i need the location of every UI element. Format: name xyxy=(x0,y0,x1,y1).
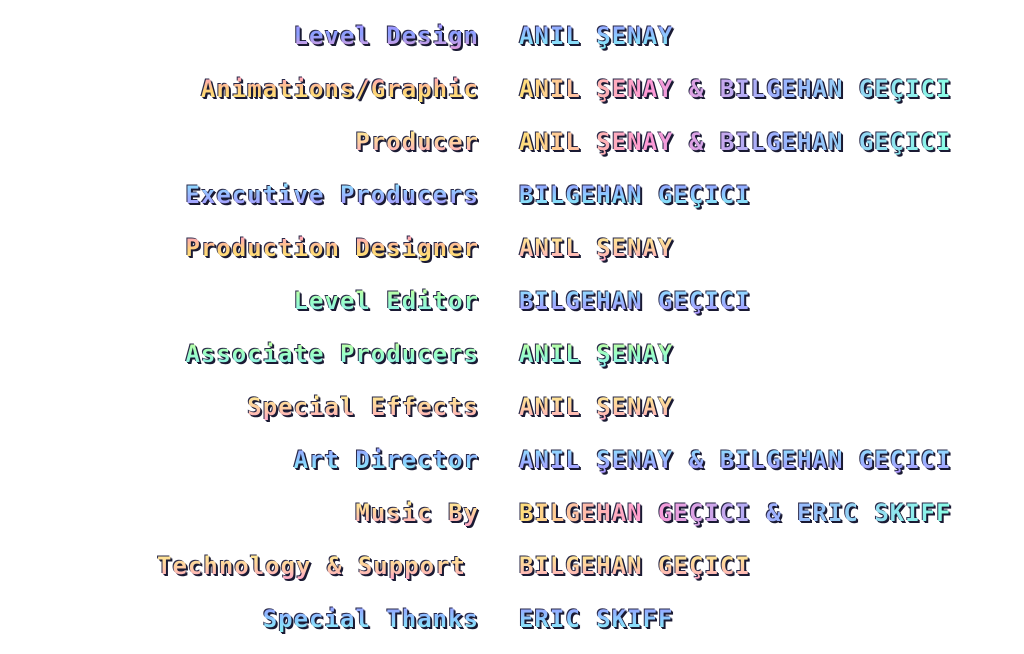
credit-role: Special Thanks xyxy=(263,601,479,637)
credit-role: Producer xyxy=(355,124,479,160)
credit-row: Music By BILGEHAN GEÇICI & ERIC SKIFF xyxy=(0,495,1024,548)
credit-role: Production Designer xyxy=(185,230,479,266)
credit-role: Music By xyxy=(355,495,479,531)
credit-row: Level Design ANIL ŞENAY xyxy=(0,18,1024,71)
credit-name: ANIL ŞENAY xyxy=(519,389,674,425)
credit-name: ERIC SKIFF xyxy=(519,601,674,637)
credit-name: ANIL ŞENAY & BILGEHAN GEÇICI xyxy=(519,124,952,160)
credit-name: ANIL ŞENAY xyxy=(519,336,674,372)
credit-role: Associate Producers xyxy=(185,336,479,372)
credit-role: Level Design xyxy=(294,18,479,54)
credit-name: ANIL ŞENAY & BILGEHAN GEÇICI xyxy=(519,71,952,107)
credit-row: Art Director ANIL ŞENAY & BILGEHAN GEÇIC… xyxy=(0,442,1024,495)
credit-row: Executive Producers BILGEHAN GEÇICI xyxy=(0,177,1024,230)
credit-role: Executive Producers xyxy=(185,177,479,213)
credit-row: Animations/Graphic ANIL ŞENAY & BILGEHAN… xyxy=(0,71,1024,124)
credit-row: Technology & Support BILGEHAN GEÇICI xyxy=(0,548,1024,601)
credit-role: Technology & Support xyxy=(157,548,466,584)
credit-name: ANIL ŞENAY xyxy=(519,18,674,54)
credit-name: BILGEHAN GEÇICI & ERIC SKIFF xyxy=(519,495,952,531)
credits-list: Level Design ANIL ŞENAY Animations/Graph… xyxy=(0,18,1024,654)
credit-row: Associate Producers ANIL ŞENAY xyxy=(0,336,1024,389)
credit-row: Production Designer ANIL ŞENAY xyxy=(0,230,1024,283)
credit-name: BILGEHAN GEÇICI xyxy=(519,283,751,319)
credit-row: Producer ANIL ŞENAY & BILGEHAN GEÇICI xyxy=(0,124,1024,177)
credit-role: Level Editor xyxy=(294,283,479,319)
credit-role: Animations/Graphic xyxy=(201,71,479,107)
credit-row: Special Effects ANIL ŞENAY xyxy=(0,389,1024,442)
credit-row: Level Editor BILGEHAN GEÇICI xyxy=(0,283,1024,336)
credit-name: BILGEHAN GEÇICI xyxy=(519,548,751,584)
credit-role: Art Director xyxy=(294,442,479,478)
credit-name: ANIL ŞENAY xyxy=(519,230,674,266)
credit-row: Special Thanks ERIC SKIFF xyxy=(0,601,1024,654)
credit-name: BILGEHAN GEÇICI xyxy=(519,177,751,213)
credit-role: Special Effects xyxy=(247,389,479,425)
credit-name: ANIL ŞENAY & BILGEHAN GEÇICI xyxy=(519,442,952,478)
